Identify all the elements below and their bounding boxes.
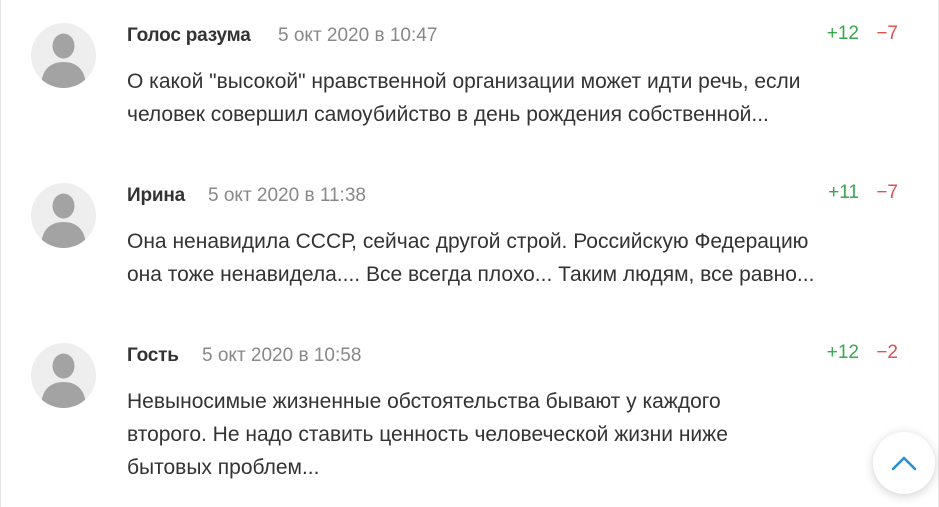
downvote-button[interactable]: −7 — [876, 23, 898, 45]
scroll-to-top-button[interactable] — [873, 432, 935, 494]
comment-author[interactable]: Голос разума — [127, 25, 251, 47]
avatar[interactable] — [31, 343, 96, 408]
comment-date: 5 окт 2020 в 11:38 — [208, 185, 366, 206]
downvote-button[interactable]: −7 — [876, 182, 898, 204]
comments-panel: Голос разума 5 окт 2020 в 10:47 +12 −7 О… — [0, 0, 939, 507]
comment-text: Невыносимые жизненные обстоятельства быв… — [127, 390, 728, 479]
comment-date: 5 окт 2020 в 10:47 — [278, 25, 438, 46]
chevron-up-icon — [891, 456, 917, 471]
upvote-button[interactable]: +12 — [827, 342, 859, 364]
avatar[interactable] — [31, 183, 96, 248]
comment-item: Голос разума 5 окт 2020 в 10:47 +12 −7 О… — [1, 0, 939, 160]
comment-text: Она ненавидила СССР, сейчас другой строй… — [127, 230, 815, 286]
comment-item: Гость 5 окт 2020 в 10:58 +12 −2 Невыноси… — [1, 320, 939, 507]
upvote-button[interactable]: +11 — [828, 182, 859, 204]
user-silhouette-icon — [41, 193, 86, 248]
comment-item: Ирина 5 окт 2020 в 11:38 +11 −7 Она нена… — [1, 160, 939, 320]
comment-author[interactable]: Ирина — [127, 185, 185, 207]
avatar[interactable] — [31, 23, 96, 88]
user-silhouette-icon — [41, 33, 86, 88]
comment-author[interactable]: Гость — [127, 345, 179, 367]
downvote-button[interactable]: −2 — [876, 342, 898, 364]
comment-date: 5 окт 2020 в 10:58 — [202, 345, 362, 366]
comment-text: О какой "высокой" нравственной организац… — [127, 70, 801, 126]
upvote-button[interactable]: +12 — [827, 23, 859, 45]
user-silhouette-icon — [41, 353, 86, 408]
